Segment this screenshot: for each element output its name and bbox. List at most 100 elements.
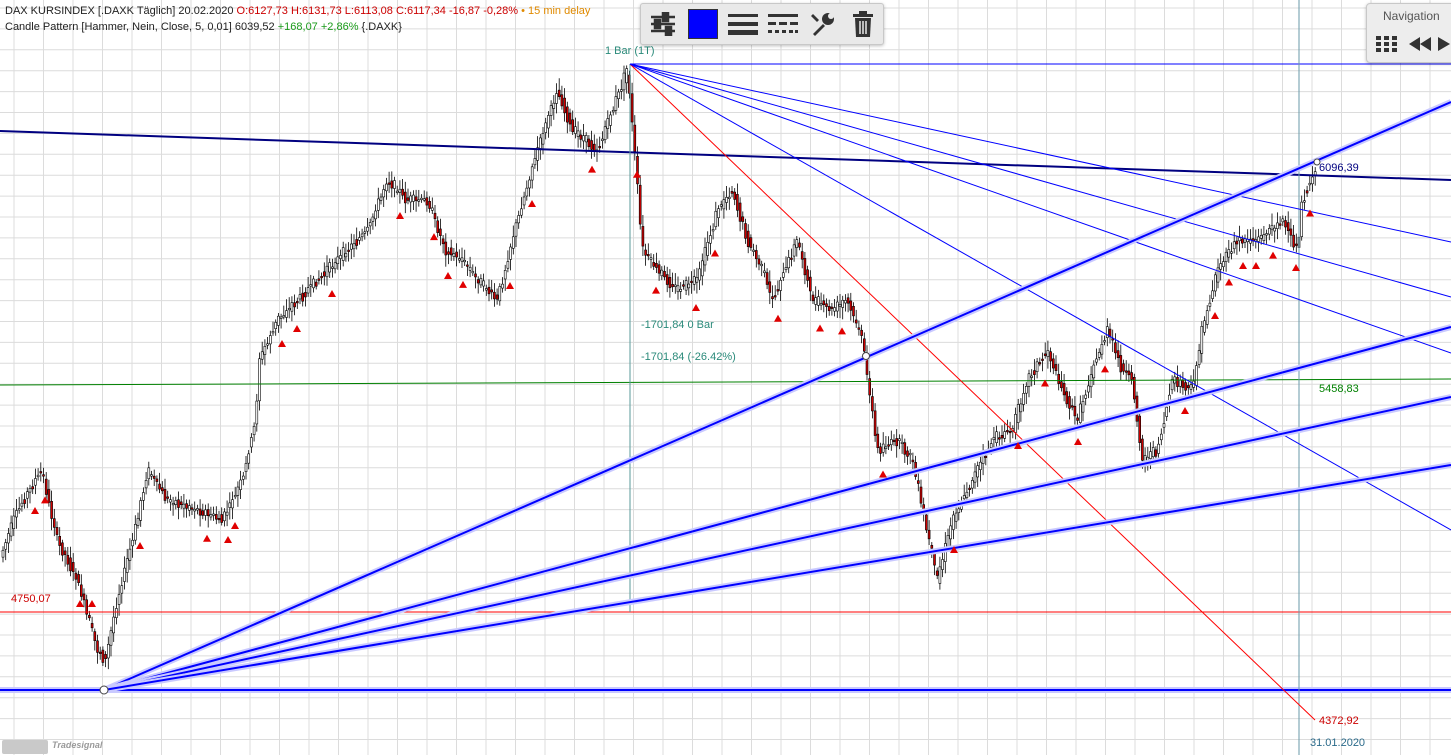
candle-body (242, 475, 245, 480)
candle-body (314, 281, 318, 287)
candle-body (161, 487, 164, 492)
trash-icon[interactable] (845, 7, 881, 41)
candle-body (1079, 403, 1082, 423)
candle-body (506, 261, 510, 269)
candle-body (77, 574, 80, 584)
candle-body (1222, 261, 1225, 268)
candle-body (711, 229, 715, 232)
candle-body (1227, 249, 1231, 258)
trendline-value-label: 6096,39 (1319, 162, 1359, 174)
price-chart[interactable] (0, 0, 1451, 755)
wrench-icon[interactable] (805, 7, 841, 41)
color-swatch-icon[interactable] (685, 7, 721, 41)
candle-body (139, 500, 142, 521)
candle-body (1049, 351, 1052, 362)
candle-body (123, 567, 126, 582)
play-icon[interactable] (1437, 34, 1451, 54)
candle-body (706, 241, 710, 256)
candle-body (614, 96, 618, 111)
candle-body (598, 146, 602, 149)
line-style-icon[interactable] (765, 7, 801, 41)
candle-body (61, 542, 64, 556)
grid-icon[interactable] (1375, 34, 1399, 54)
candle-body (979, 461, 982, 470)
candle-body (784, 267, 788, 270)
line-width-icon[interactable] (725, 7, 761, 41)
candle-body (533, 158, 537, 166)
candle-body (638, 184, 642, 225)
candle-body (935, 570, 939, 576)
candle-body (142, 492, 145, 501)
candle-body (1108, 328, 1112, 337)
candle-body (1243, 238, 1247, 243)
candle-body (104, 654, 107, 659)
candle-body (171, 503, 175, 506)
candle-body (968, 487, 971, 490)
candle-body (158, 483, 161, 490)
candle-body (946, 535, 950, 548)
candle-body (560, 94, 564, 107)
candle-body (88, 615, 91, 619)
candle-body (309, 284, 313, 287)
candle-body (1081, 401, 1085, 413)
candle-body (630, 93, 634, 123)
candle-body (1305, 190, 1309, 194)
candle-body (1041, 358, 1044, 361)
candle-body (1211, 290, 1214, 299)
candle-body (301, 292, 305, 302)
rewind-icon[interactable] (1407, 34, 1433, 54)
candle-body (468, 266, 472, 271)
candle-body (690, 280, 693, 283)
price-diff-bars-label: -1701,84 0 Bar (641, 319, 714, 331)
candle-body (752, 249, 755, 252)
navigation-title: Navigation (1383, 9, 1440, 23)
candle-body (58, 535, 62, 546)
candle-body (215, 514, 218, 520)
candle-body (190, 507, 194, 510)
candle-body (107, 644, 110, 659)
candle-body (63, 550, 67, 555)
candle-body (727, 196, 731, 199)
candle-body (1289, 228, 1293, 236)
candle-body (790, 257, 793, 260)
candle-body (231, 499, 234, 509)
candle-body (1262, 234, 1266, 241)
candle-body (341, 247, 345, 261)
candle-body (1114, 342, 1117, 354)
candle-body (1070, 405, 1074, 408)
candle-body (722, 199, 726, 210)
candle-body (182, 503, 186, 509)
candle-body (163, 489, 167, 501)
candle-body (1073, 405, 1077, 417)
candle-body (66, 554, 70, 565)
candle-body (355, 239, 359, 246)
candle-body (520, 208, 523, 216)
candle-body (23, 499, 26, 504)
candle-body (703, 247, 707, 266)
chart-area[interactable]: DAX KURSINDEX [.DAXK Täglich] 20.02.2020… (0, 0, 1451, 755)
candle-body (185, 503, 188, 509)
candle-body (1195, 365, 1198, 386)
candle-body (582, 135, 585, 142)
candle-body (366, 226, 369, 232)
candle-body (209, 514, 213, 518)
candle-body (223, 511, 226, 522)
delay-notice: • 15 min delay (521, 5, 591, 17)
candle-body (798, 242, 801, 248)
candle-body (1014, 414, 1017, 433)
candle-body (466, 264, 469, 267)
tradesignal-logo: Tradesignal (0, 738, 120, 755)
candle-body (819, 303, 823, 306)
candle-body (174, 500, 178, 505)
hammer-marker (692, 304, 700, 311)
sliders-icon[interactable] (645, 7, 681, 41)
candle-body (509, 246, 512, 260)
candle-body (1232, 241, 1236, 250)
candle-body (1270, 224, 1274, 230)
candle-body (1154, 449, 1158, 457)
candle-body (671, 284, 674, 288)
candle-body (525, 187, 529, 197)
candle-body (744, 223, 747, 239)
candle-body (992, 437, 996, 441)
hammer-marker (136, 542, 144, 549)
